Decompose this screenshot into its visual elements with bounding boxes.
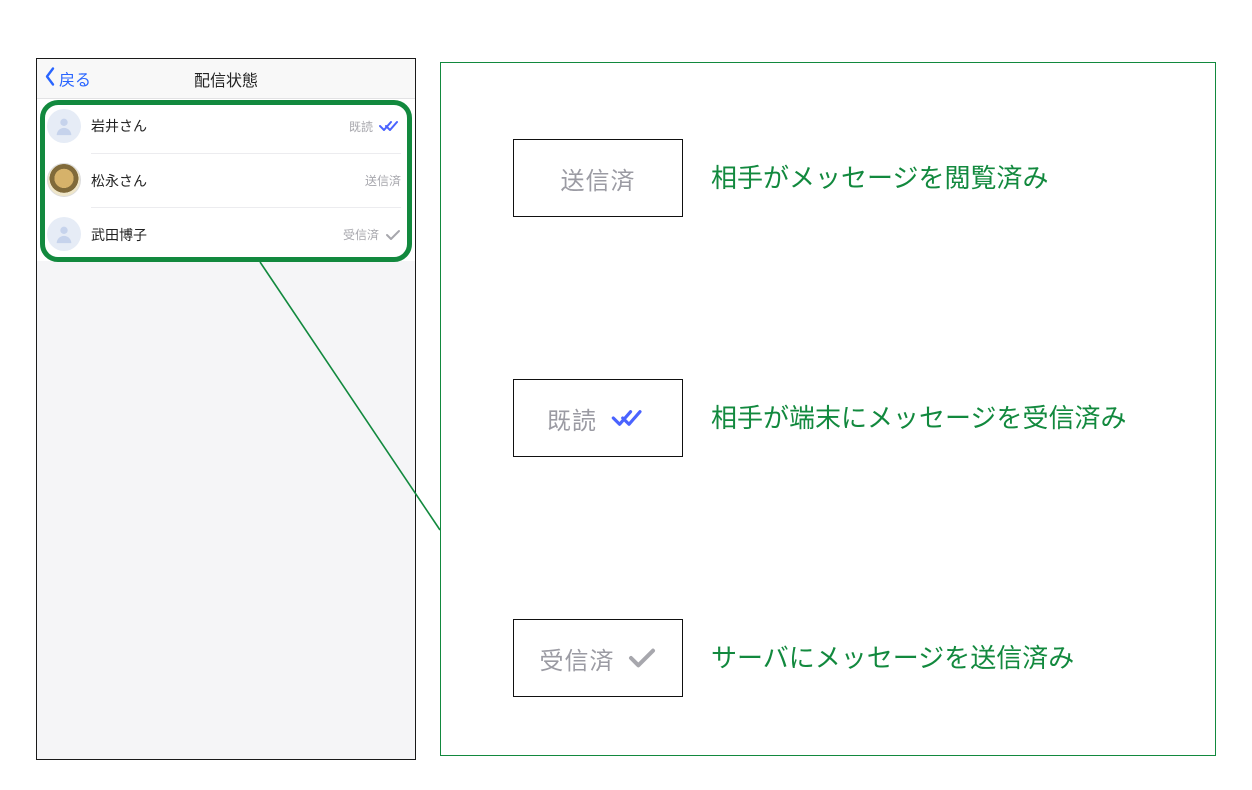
list-item[interactable]: 岩井さん 既読 (37, 99, 415, 153)
chevron-left-icon (43, 66, 57, 91)
contact-name: 武田博子 (91, 225, 147, 245)
legend-description: サーバにメッセージを送信済み (711, 639, 1074, 678)
double-check-icon (609, 407, 649, 429)
phone-mock: 戻る 配信状態 岩井さん 既読 (36, 58, 416, 760)
legend-badge-text: 受信済 (540, 641, 615, 676)
legend-item-sent: 送信済 相手がメッセージを閲覧済み (513, 139, 1048, 217)
list-item[interactable]: 松永さん 送信済 (37, 153, 415, 207)
back-button[interactable]: 戻る (43, 66, 91, 91)
avatar (47, 217, 81, 251)
double-check-icon (379, 119, 401, 133)
list-item[interactable]: 武田博子 受信済 (37, 207, 415, 261)
single-check-icon (385, 229, 401, 241)
status-label: 既読 (349, 118, 373, 135)
single-check-icon (627, 647, 657, 669)
avatar (47, 109, 81, 143)
status-label: 送信済 (365, 172, 401, 189)
legend-badge: 受信済 (513, 619, 683, 697)
legend-item-read: 既読 相手が端末にメッセージを受信済み (513, 379, 1126, 457)
legend-description: 相手がメッセージを閲覧済み (711, 159, 1048, 198)
avatar (47, 163, 81, 197)
person-icon (53, 223, 75, 245)
status-badge: 既読 (349, 118, 401, 135)
legend-badge-text: 既読 (547, 401, 597, 436)
status-badge: 受信済 (343, 226, 401, 243)
contact-name: 岩井さん (91, 116, 147, 136)
status-badge: 送信済 (365, 172, 401, 189)
page-title: 配信状態 (194, 67, 258, 91)
legend-badge: 送信済 (513, 139, 683, 217)
contact-name: 松永さん (91, 171, 147, 191)
nav-bar: 戻る 配信状態 (37, 59, 415, 99)
status-label: 受信済 (343, 226, 379, 243)
legend-badge: 既読 (513, 379, 683, 457)
legend-item-received: 受信済 サーバにメッセージを送信済み (513, 619, 1074, 697)
legend-badge-text: 送信済 (561, 161, 636, 196)
legend-description: 相手が端末にメッセージを受信済み (711, 399, 1126, 438)
legend-panel: 送信済 相手がメッセージを閲覧済み 既読 相手が端末にメッセージを受信済み 受信… (440, 62, 1216, 756)
back-label: 戻る (59, 67, 91, 91)
delivery-status-list: 岩井さん 既読 松永さん (37, 99, 415, 261)
person-icon (53, 115, 75, 137)
